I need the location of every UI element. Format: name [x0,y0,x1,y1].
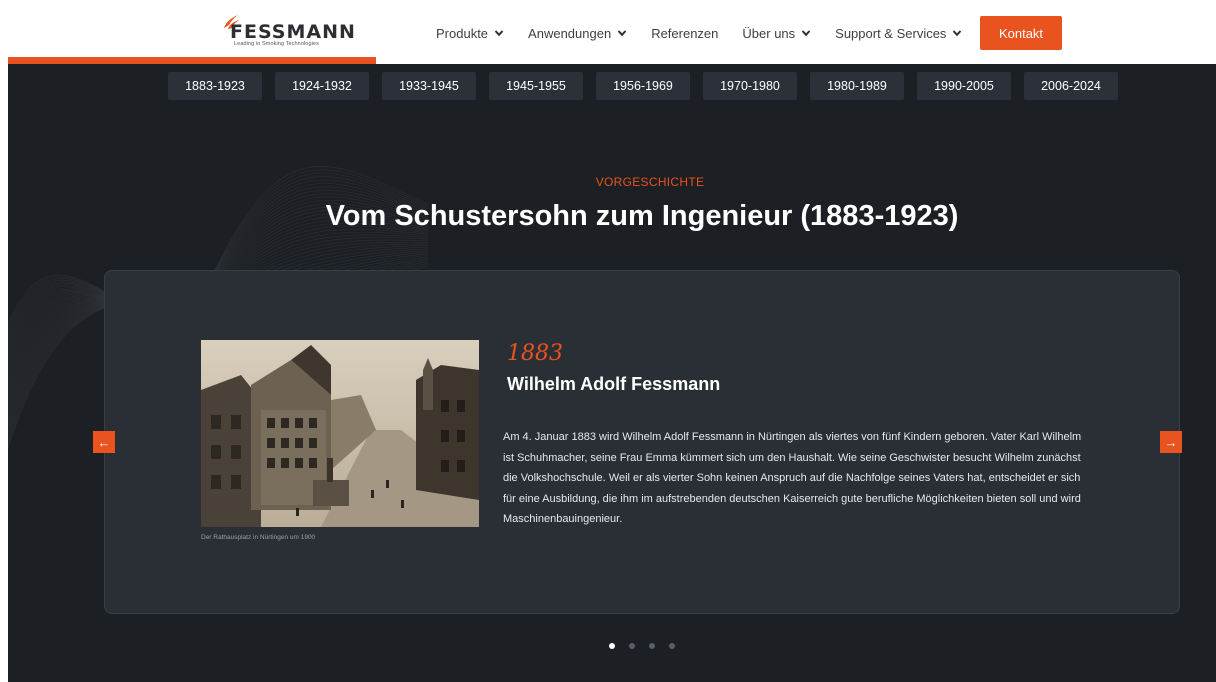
entry-description: Am 4. Januar 1883 wird Wilhelm Adolf Fes… [503,431,1082,525]
nav-item-label: Referenzen [651,25,719,41]
tab-1945-1955[interactable]: 1945-1955 [489,72,583,100]
timeline-card: Der Rathausplatz in Nürtingen um 1900 18… [104,270,1180,614]
tab-1980-1989[interactable]: 1980-1989 [810,72,904,100]
year-tabs: 1883-1923 1924-1932 1933-1945 1945-1955 … [168,72,1131,100]
nav-item-label: Produkte [436,25,489,41]
historic-town-square-image [201,340,479,527]
chevron-down-icon [494,30,504,37]
chevron-down-icon [617,30,627,37]
nav-item-ueber-uns[interactable]: Über uns [742,26,811,41]
history-section: 1883-1923 1924-1932 1933-1945 1945-1955 … [8,64,1216,682]
chevron-down-icon [801,30,811,37]
tab-1956-1969[interactable]: 1956-1969 [596,72,690,100]
main-nav: Produkte Anwendungen Referenzen Über uns… [436,23,986,43]
logo-wordmark: FESSMANN [230,21,356,43]
carousel-dot[interactable] [629,643,635,649]
carousel-dot[interactable] [649,643,655,649]
arrow-right-icon: → [1164,434,1178,450]
tab-1924-1932[interactable]: 1924-1932 [275,72,369,100]
carousel-next-button[interactable]: → [1160,431,1182,453]
rathausplatz-photo [201,340,479,527]
nav-item-label: Support & Services [835,25,947,41]
timeline-progress-bar [8,57,376,64]
tab-1970-1980[interactable]: 1970-1980 [703,72,797,100]
section-title: Vom Schustersohn zum Ingenieur (1883-192… [325,200,959,232]
tab-1990-2005[interactable]: 1990-2005 [917,72,1011,100]
logo-tagline: Leading in Smoking Technologies [234,41,319,47]
nav-item-label: Über uns [742,25,796,41]
tab-1933-1945[interactable]: 1933-1945 [382,72,476,100]
chevron-down-icon [953,30,962,37]
carousel-dot[interactable] [609,643,615,649]
carousel-pagination [609,643,689,649]
nav-item-anwendungen[interactable]: Anwendungen [528,26,627,41]
site-header: FESSMANN Leading in Smoking Technologies… [0,0,1216,64]
nav-item-support-services[interactable]: Support & Services [835,26,962,41]
section-eyebrow: VORGESCHICHTE [595,175,705,189]
tab-2006-2024[interactable]: 2006-2024 [1024,72,1118,100]
tab-1883-1923[interactable]: 1883-1923 [168,72,262,100]
entry-year: 1883 [507,341,563,366]
nav-item-referenzen[interactable]: Referenzen [651,26,718,41]
arrow-left-icon: ← [97,434,111,450]
kontakt-button[interactable]: Kontakt [980,16,1062,50]
nav-item-produkte[interactable]: Produkte [436,26,504,41]
fessmann-logo[interactable]: FESSMANN Leading in Smoking Technologies [218,14,355,50]
nav-item-label: Anwendungen [528,25,612,41]
photo-caption: Der Rathausplatz in Nürtingen um 1900 [201,534,316,541]
entry-title: Wilhelm Adolf Fessmann [507,374,721,394]
carousel-prev-button[interactable]: ← [93,431,115,453]
carousel-dot[interactable] [669,643,675,649]
